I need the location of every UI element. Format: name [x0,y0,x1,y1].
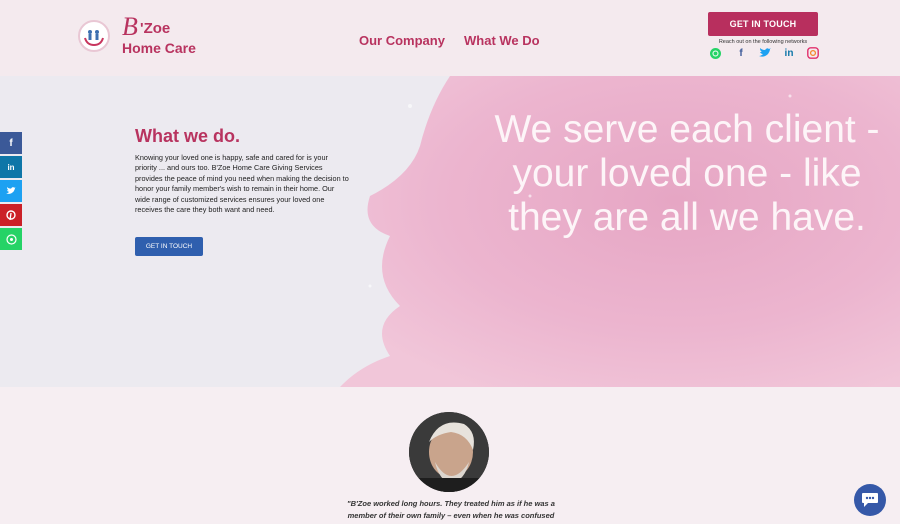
logo-letter: B [122,12,138,41]
get-in-touch-button[interactable]: GET IN TOUCH [708,12,818,36]
hero-section: What we do. Knowing your loved one is ha… [0,76,900,387]
share-pinterest-icon[interactable] [0,204,22,226]
hero-title: What we do. [135,126,240,146]
instagram-icon[interactable] [807,47,819,59]
testimonial-quote-line-2: member of their own family – even when h… [347,511,555,520]
share-linkedin-icon[interactable]: in [0,156,22,178]
chat-button[interactable] [854,484,886,516]
logo-badge-icon [78,20,110,52]
testimonial-avatar [409,412,489,492]
testimonial-quote-line-1: "B'Zoe worked long hours. They treated h… [347,499,555,508]
logo-subtitle: Home Care [122,40,196,56]
share-whatsapp-icon[interactable] [0,228,22,250]
site-header: B 'Zoe Home Care Our Company What We Do … [0,0,900,76]
hero-get-in-touch-button[interactable]: GET IN TOUCH [135,237,203,256]
twitter-icon[interactable] [759,47,771,59]
reach-out-text: Reach out on the following networks [718,39,808,45]
hero-quote: We serve each client - your loved one - … [494,108,880,239]
facebook-icon[interactable]: f [735,47,747,59]
nav-our-company[interactable]: Our Company [359,33,445,48]
testimonial-section: "B'Zoe worked long hours. They treated h… [0,387,900,524]
chat-bubble-icon [862,493,878,507]
linkedin-icon[interactable]: in [783,47,795,59]
social-links: f in [709,47,821,61]
logo[interactable]: B 'Zoe Home Care [78,12,208,60]
nav-what-we-do[interactable]: What We Do [464,33,540,48]
hero-paragraph: Knowing your loved one is happy, safe an… [135,153,349,215]
share-twitter-icon[interactable] [0,180,22,202]
whatsapp-icon[interactable] [709,47,721,59]
logo-name: 'Zoe [140,20,171,37]
share-facebook-icon[interactable]: f [0,132,22,154]
